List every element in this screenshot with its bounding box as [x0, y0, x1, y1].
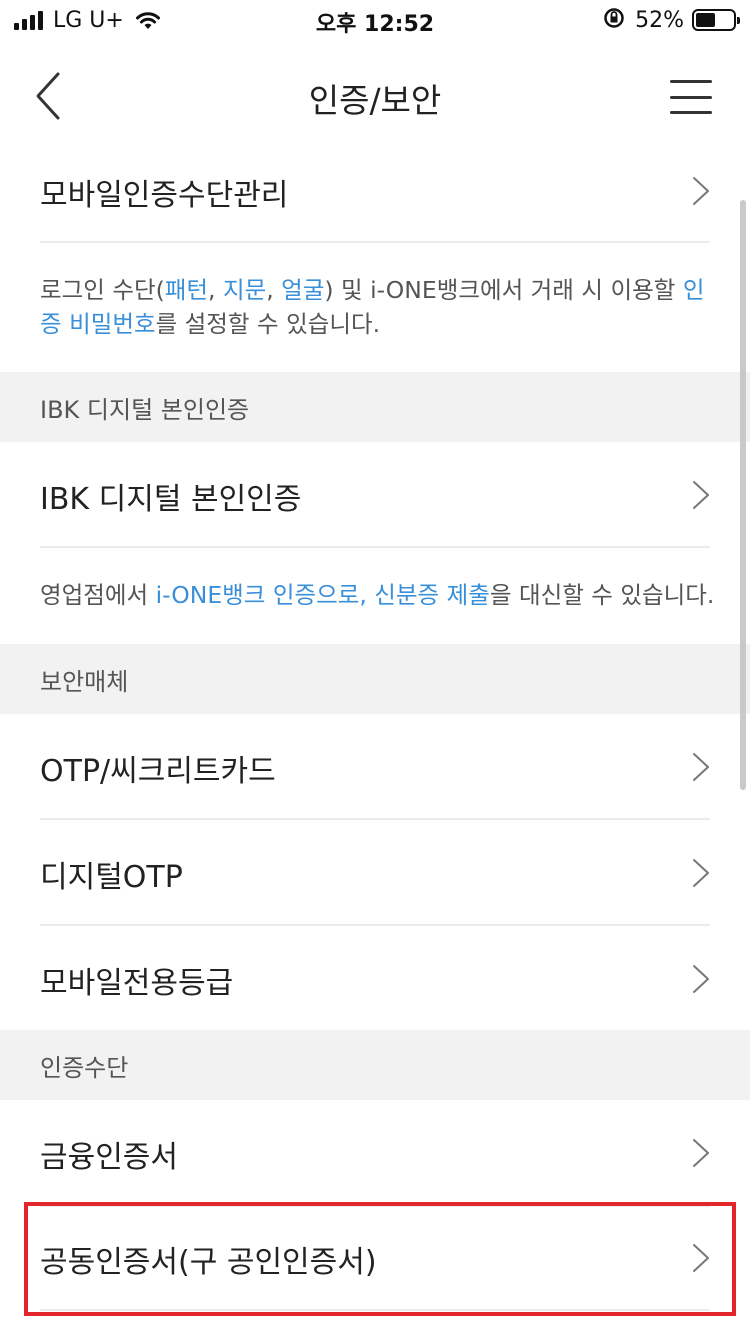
status-bar: LG U+ 오후 12:52 52% [0, 0, 750, 40]
section-title: 보안매체 [40, 668, 129, 696]
list-item-ibk-digital-auth[interactable]: IBK 디지털 본인인증 [0, 442, 750, 546]
battery-level [696, 13, 715, 27]
list-item-label: 금융인증서 [40, 1140, 178, 1175]
section-title: IBK 디지털 본인인증 [40, 396, 250, 424]
hamburger-menu-icon [670, 80, 712, 83]
mobile-auth-description: 로그인 수단(패턴, 지문, 얼굴) 및 i-ONE뱅크에서 거래 시 이용할 … [40, 276, 705, 338]
list-item-label: 모바일전용등급 [40, 966, 234, 1001]
status-right: 52% [603, 7, 740, 33]
list-item-mobile-only-grade[interactable]: 모바일전용등급 [0, 926, 750, 1030]
scrollbar[interactable] [740, 200, 746, 790]
battery-icon [692, 9, 740, 31]
list-item-label: 공동인증서(구 공인인증서) [40, 1245, 377, 1280]
divider [40, 1309, 710, 1311]
app-header: 인증/보안 [0, 40, 750, 150]
menu-button[interactable] [670, 80, 712, 114]
battery-percent: 52% [635, 7, 684, 33]
list-item-mobile-auth-management[interactable]: 모바일인증수단관리 [0, 140, 750, 242]
list-item-joint-certificate[interactable]: 공동인증서(구 공인인증서) [0, 1207, 750, 1309]
chevron-right-icon [693, 1244, 709, 1272]
orientation-lock-icon [603, 7, 625, 33]
section-title: 인증수단 [40, 1054, 129, 1082]
list-item-label: 모바일인증수단관리 [40, 178, 289, 213]
section-header-auth-means: 인증수단 [0, 1030, 750, 1100]
divider [40, 546, 710, 548]
chevron-right-icon [693, 1139, 709, 1167]
list-item-label: OTP/씨크리트카드 [40, 754, 276, 789]
list-item-otp-secret-card[interactable]: OTP/씨크리트카드 [0, 714, 750, 818]
chevron-right-icon [693, 859, 709, 887]
chevron-right-icon [693, 177, 709, 205]
list-item-label: IBK 디지털 본인인증 [40, 482, 302, 517]
list-item-financial-certificate[interactable]: 금융인증서 [0, 1100, 750, 1204]
ibk-digital-description: 영업점에서 i-ONE뱅크 인증으로, 신분증 제출을 대신할 수 있습니다. [40, 581, 715, 609]
list-item-digital-otp[interactable]: 디지털OTP [0, 820, 750, 924]
divider [40, 241, 710, 243]
section-header-security-media: 보안매체 [0, 644, 750, 714]
chevron-right-icon [693, 965, 709, 993]
page-title: 인증/보안 [308, 81, 442, 120]
chevron-right-icon [693, 481, 709, 509]
chevron-right-icon [693, 753, 709, 781]
list-item-label: 디지털OTP [40, 860, 183, 895]
section-header-ibk-digital: IBK 디지털 본인인증 [0, 372, 750, 442]
